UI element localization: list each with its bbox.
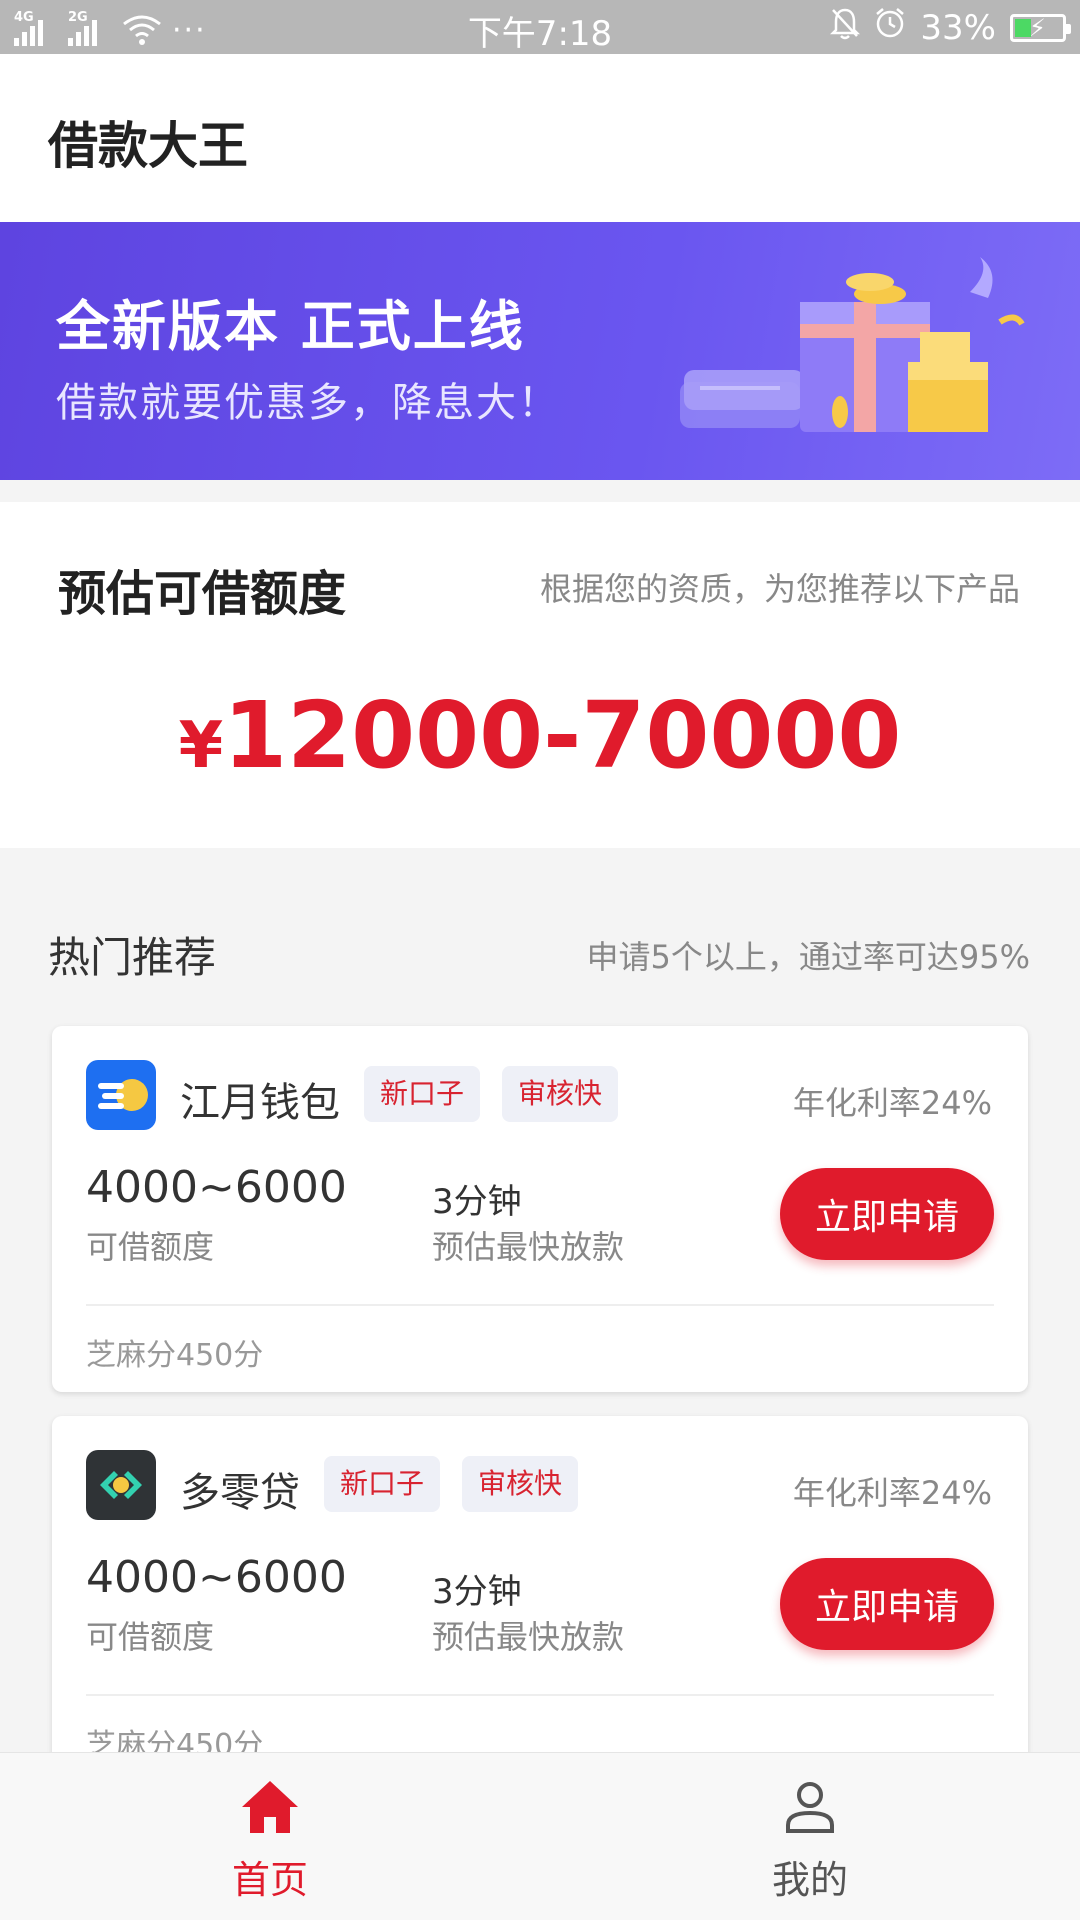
hot-title: 热门推荐 <box>48 933 217 982</box>
annual-rate: 年化利率24% <box>792 1474 992 1512</box>
product-name: 多零贷 <box>180 1470 300 1516</box>
jiangyue-wallet-logo <box>86 1060 156 1130</box>
product-name: 江月钱包 <box>180 1080 340 1126</box>
card-divider <box>86 1694 994 1696</box>
nav-me[interactable]: 我的 <box>540 1753 1080 1920</box>
payout-time: 3分钟 <box>432 1182 522 1222</box>
payout-time-label: 预估最快放款 <box>432 1228 625 1266</box>
credit-estimate: 预估可借额度 根据您的资质，为您推荐以下产品 ¥12000-70000 <box>0 502 1080 848</box>
banner-headline: 全新版本 正式上线 <box>56 295 525 358</box>
app-title: 借款大王 <box>48 117 248 175</box>
home-icon <box>0 1779 540 1839</box>
loan-range: 4000~6000 <box>86 1552 347 1603</box>
payout-time-label: 预估最快放款 <box>432 1618 625 1656</box>
loan-range-label: 可借额度 <box>86 1618 215 1656</box>
tag-new: 新口子 <box>324 1456 441 1512</box>
user-icon <box>540 1779 1080 1839</box>
app-header: 借款大王 <box>0 54 1080 222</box>
status-bar: 4G 2G ··· 下午7:18 33% ⚡ <box>0 0 1080 54</box>
hot-section-header: 热门推荐 申请5个以上，通过率可达95% <box>0 910 1080 990</box>
credit-amount: ¥12000-70000 <box>0 682 1080 789</box>
currency-symbol: ¥ <box>178 709 224 783</box>
credit-amount-value: 12000-70000 <box>223 682 902 789</box>
annual-rate: 年化利率24% <box>792 1084 992 1122</box>
bottom-nav: 首页 我的 <box>0 1752 1080 1920</box>
battery-icon: ⚡ <box>1010 13 1071 42</box>
nav-home-label: 首页 <box>231 1858 308 1902</box>
credit-label: 预估可借额度 <box>58 566 347 622</box>
loan-range-label: 可借额度 <box>86 1228 215 1266</box>
tag-new: 新口子 <box>364 1066 481 1122</box>
payout-time: 3分钟 <box>432 1572 522 1612</box>
hot-hint: 申请5个以上，通过率可达95% <box>586 938 1031 976</box>
tag-fast-review: 审核快 <box>462 1456 579 1512</box>
promo-banner[interactable]: 全新版本 正式上线 借款就要优惠多，降息大！ <box>0 222 1080 480</box>
tag-fast-review: 审核快 <box>502 1066 619 1122</box>
loan-range: 4000~6000 <box>86 1162 347 1213</box>
sesame-score: 芝麻分450分 <box>86 1338 264 1373</box>
credit-hint: 根据您的资质，为您推荐以下产品 <box>539 570 1020 608</box>
nav-home[interactable]: 首页 <box>0 1753 540 1920</box>
status-right: 33% ⚡ <box>830 6 1071 49</box>
product-card[interactable]: 多零贷 新口子 审核快 年化利率24% 4000~6000 可借额度 3分钟 预… <box>52 1416 1028 1782</box>
battery-percent: 33% <box>920 7 996 48</box>
gift-box-illustration <box>680 257 1025 432</box>
duoling-loan-logo <box>86 1450 156 1520</box>
nav-me-label: 我的 <box>771 1858 848 1902</box>
apply-button[interactable]: 立即申请 <box>780 1168 994 1260</box>
apply-button[interactable]: 立即申请 <box>780 1558 994 1650</box>
card-divider <box>86 1304 994 1306</box>
alarm-icon <box>874 6 906 49</box>
mute-bell-icon <box>830 6 861 49</box>
banner-subline: 借款就要优惠多，降息大！ <box>56 380 560 426</box>
product-card[interactable]: 江月钱包 新口子 审核快 年化利率24% 4000~6000 可借额度 3分钟 … <box>52 1026 1028 1392</box>
